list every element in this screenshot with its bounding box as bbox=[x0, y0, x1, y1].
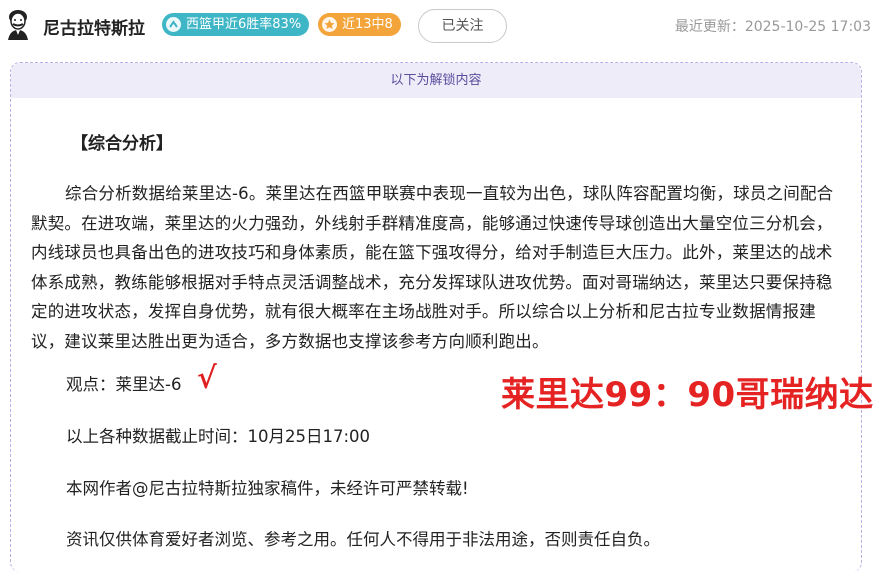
author-name[interactable]: 尼古拉特斯拉 bbox=[43, 14, 145, 39]
section-title: 【综合分析】 bbox=[71, 134, 173, 154]
last-update-time: 最近更新：2025-10-25 17:03 bbox=[674, 19, 871, 35]
recent-record-label: 近13中8 bbox=[342, 17, 393, 32]
streak-badge: 西篮甲近6胜率83% bbox=[162, 13, 310, 36]
tesla-portrait-avatar-icon bbox=[8, 10, 28, 40]
unlocked-content-card: 以下为解锁内容 【综合分析】 综合分析数据给莱里达-6。莱里达在西篮甲联赛中表现… bbox=[10, 62, 873, 572]
author-header: 尼古拉特斯拉 西篮甲近6胜率83% 近13中8 已关注 最近更新：2025-10… bbox=[0, 0, 879, 54]
unlock-notice: 以下为解锁内容 bbox=[11, 63, 861, 98]
data-deadline: 以上各种数据截止时间：10月25日17:00 bbox=[66, 427, 371, 446]
star-icon bbox=[322, 17, 337, 32]
author-avatar[interactable] bbox=[4, 8, 32, 40]
disclaimer: 资讯仅供体育爱好者浏览、参考之用。任何人不得用于非法用途，否则责任自负。 bbox=[66, 530, 660, 549]
analysis-paragraph: 综合分析数据给莱里达-6。莱里达在西篮甲联赛中表现一直较为出色，球队阵容配置均衡… bbox=[31, 184, 834, 351]
copyright-notice: 本网作者@尼古拉特斯拉独家稿件，未经许可严禁转载! bbox=[66, 479, 469, 498]
prediction-view: 观点：莱里达-6 bbox=[66, 375, 182, 394]
recent-record-badge: 近13中8 bbox=[318, 13, 401, 36]
check-mark: √ bbox=[197, 361, 217, 396]
trend-up-icon bbox=[166, 17, 181, 32]
streak-badge-label: 西篮甲近6胜率83% bbox=[186, 17, 302, 32]
final-score: 莱里达99：90哥瑞纳达 bbox=[501, 375, 874, 415]
follow-button[interactable]: 已关注 bbox=[418, 9, 507, 43]
